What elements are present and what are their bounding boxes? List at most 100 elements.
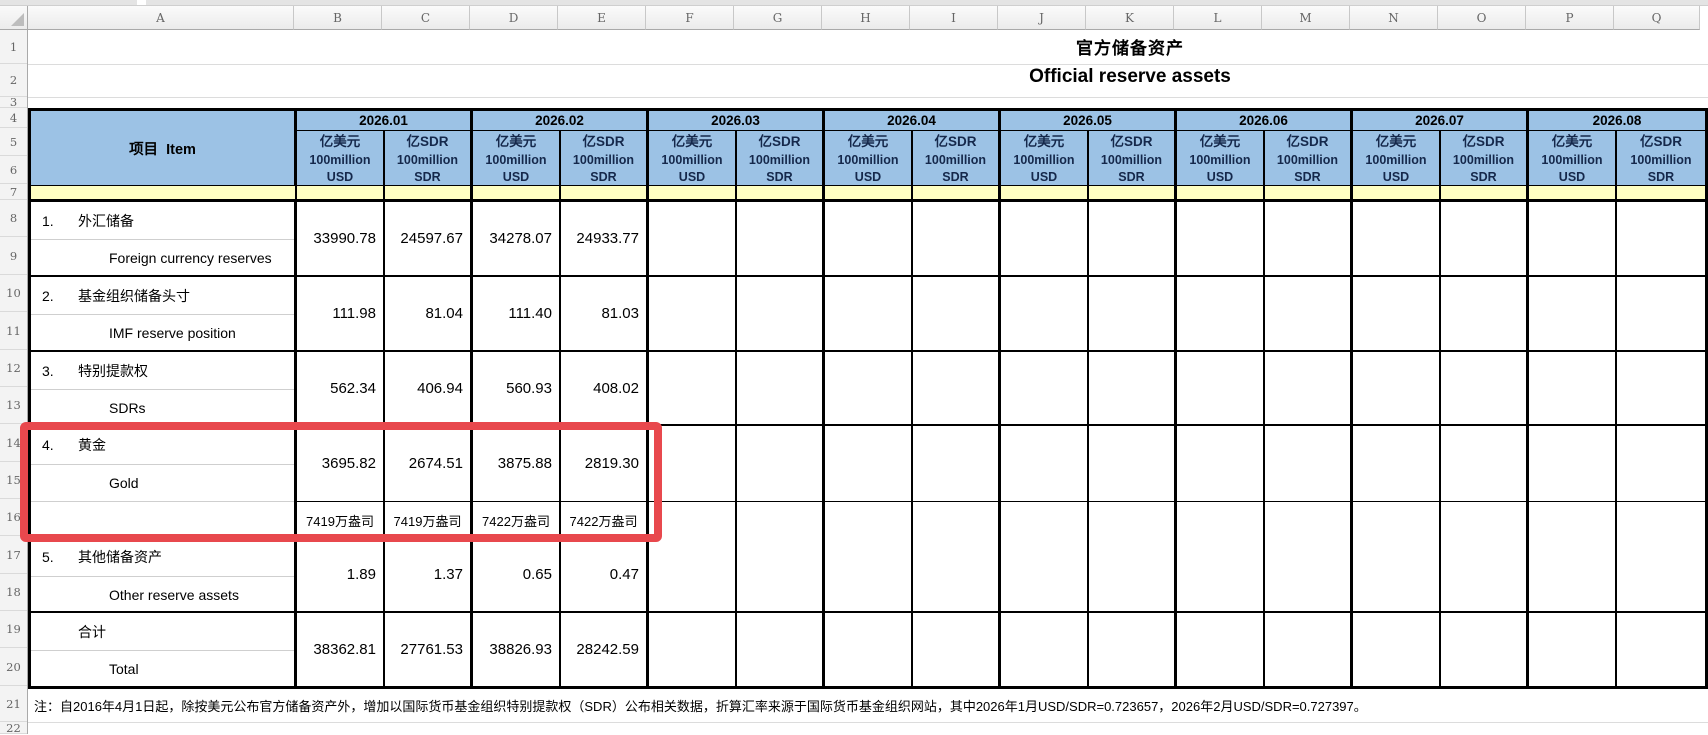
band-cell[interactable] — [473, 186, 561, 202]
value-cell-gold[interactable]: 3695.82 — [297, 426, 385, 501]
empty-cell[interactable] — [1265, 501, 1353, 538]
value-cell[interactable]: 0.65 — [473, 538, 561, 613]
row-header-19[interactable]: 19 — [0, 611, 27, 648]
header-unit-sdr[interactable]: 亿SDR100millionSDR — [1089, 131, 1177, 186]
empty-cell[interactable] — [825, 538, 913, 613]
value-cell-total[interactable]: 38826.93 — [473, 613, 561, 686]
row-header-13[interactable]: 13 — [0, 387, 27, 424]
empty-cell[interactable] — [1177, 352, 1265, 426]
empty-cell[interactable] — [913, 352, 1001, 426]
empty-cell[interactable] — [913, 501, 1001, 538]
empty-cell[interactable] — [1617, 613, 1705, 686]
band-cell[interactable] — [1353, 186, 1441, 202]
empty-cell[interactable] — [913, 202, 1001, 277]
band-cell[interactable] — [561, 186, 649, 202]
header-unit-usd[interactable]: 亿美元100millionUSD — [473, 131, 561, 186]
empty-cell[interactable] — [1529, 426, 1617, 501]
column-header-m[interactable]: M — [1262, 6, 1350, 30]
empty-cell[interactable] — [825, 426, 913, 501]
row-header-15[interactable]: 15 — [0, 462, 27, 499]
value-cell-total[interactable]: 27761.53 — [385, 613, 473, 686]
row-header-21[interactable]: 21 — [0, 686, 27, 722]
item-cell-foreign-currency-reserves[interactable]: 1.外汇储备 Foreign currency reserves — [31, 202, 297, 277]
empty-cell[interactable] — [1353, 352, 1441, 426]
empty-cell[interactable] — [737, 426, 825, 501]
value-cell-gold-ounces[interactable]: 7422万盎司 — [561, 501, 649, 538]
header-unit-usd[interactable]: 亿美元100millionUSD — [825, 131, 913, 186]
band-cell[interactable] — [1529, 186, 1617, 202]
empty-cell[interactable] — [1265, 613, 1353, 686]
empty-cell[interactable] — [1001, 501, 1089, 538]
empty-cell[interactable] — [1001, 277, 1089, 352]
empty-cell[interactable] — [1617, 426, 1705, 501]
value-cell-gold-ounces[interactable]: 7419万盎司 — [297, 501, 385, 538]
value-cell-gold[interactable]: 2674.51 — [385, 426, 473, 501]
value-cell[interactable]: 1.89 — [297, 538, 385, 613]
value-cell[interactable]: 560.93 — [473, 352, 561, 426]
value-cell[interactable]: 24933.77 — [561, 202, 649, 277]
column-header-d[interactable]: D — [470, 6, 558, 30]
empty-cell[interactable] — [649, 352, 737, 426]
empty-cell[interactable] — [1177, 202, 1265, 277]
empty-cell[interactable] — [1265, 538, 1353, 613]
header-unit-usd[interactable]: 亿美元100millionUSD — [649, 131, 737, 186]
row-header-7[interactable]: 7 — [0, 184, 27, 200]
row-header-20[interactable]: 20 — [0, 648, 27, 686]
header-unit-sdr[interactable]: 亿SDR100millionSDR — [737, 131, 825, 186]
empty-cell[interactable] — [1001, 538, 1089, 613]
empty-cell[interactable] — [1441, 538, 1529, 613]
empty-cell[interactable] — [1089, 202, 1177, 277]
empty-cell[interactable] — [737, 352, 825, 426]
empty-cell[interactable] — [649, 613, 737, 686]
band-cell[interactable] — [1001, 186, 1089, 202]
empty-cell[interactable] — [1089, 426, 1177, 501]
row-header-18[interactable]: 18 — [0, 574, 27, 611]
band-cell[interactable] — [385, 186, 473, 202]
column-header-f[interactable]: F — [646, 6, 734, 30]
empty-cell[interactable] — [649, 501, 737, 538]
row-header-6[interactable]: 6 — [0, 156, 27, 184]
empty-cell[interactable] — [1265, 202, 1353, 277]
row-header-1[interactable]: 1 — [0, 30, 27, 64]
empty-cell[interactable] — [649, 538, 737, 613]
empty-cell[interactable] — [1265, 277, 1353, 352]
value-cell[interactable]: 0.47 — [561, 538, 649, 613]
band-cell[interactable] — [737, 186, 825, 202]
empty-cell[interactable] — [825, 613, 913, 686]
value-cell-total[interactable]: 28242.59 — [561, 613, 649, 686]
header-unit-sdr[interactable]: 亿SDR100millionSDR — [913, 131, 1001, 186]
value-cell[interactable]: 111.98 — [297, 277, 385, 352]
header-item[interactable]: 项目 Item — [31, 111, 297, 186]
column-header-c[interactable]: C — [382, 6, 470, 30]
value-cell[interactable]: 111.40 — [473, 277, 561, 352]
column-header-e[interactable]: E — [558, 6, 646, 30]
empty-cell[interactable] — [1441, 352, 1529, 426]
header-unit-sdr[interactable]: 亿SDR100millionSDR — [385, 131, 473, 186]
row-header-14[interactable]: 14 — [0, 424, 27, 462]
empty-cell[interactable] — [1353, 538, 1441, 613]
item-cell-imf-reserve-position[interactable]: 2.基金组织储备头寸 IMF reserve position — [31, 277, 297, 352]
header-unit-usd[interactable]: 亿美元100millionUSD — [1001, 131, 1089, 186]
empty-cell[interactable] — [1529, 277, 1617, 352]
empty-cell[interactable] — [1177, 501, 1265, 538]
empty-cell[interactable] — [1001, 426, 1089, 501]
header-unit-usd[interactable]: 亿美元100millionUSD — [1529, 131, 1617, 186]
empty-cell[interactable] — [1353, 277, 1441, 352]
column-header-i[interactable]: I — [910, 6, 998, 30]
empty-cell[interactable] — [913, 426, 1001, 501]
header-month[interactable]: 2026.06 — [1177, 111, 1353, 131]
empty-cell[interactable] — [737, 538, 825, 613]
empty-cell[interactable] — [1617, 501, 1705, 538]
empty-cell[interactable] — [825, 277, 913, 352]
empty-cell[interactable] — [1353, 613, 1441, 686]
empty-cell[interactable] — [1265, 426, 1353, 501]
row-header-16[interactable]: 16 — [0, 499, 27, 536]
item-cell-sdrs[interactable]: 3.特别提款权 SDRs — [31, 352, 297, 426]
empty-cell[interactable] — [737, 613, 825, 686]
column-header-j[interactable]: J — [998, 6, 1086, 30]
empty-cell[interactable] — [825, 352, 913, 426]
empty-cell[interactable] — [1617, 277, 1705, 352]
row-header-5[interactable]: 5 — [0, 128, 27, 156]
value-cell[interactable]: 24597.67 — [385, 202, 473, 277]
empty-cell[interactable] — [1001, 613, 1089, 686]
